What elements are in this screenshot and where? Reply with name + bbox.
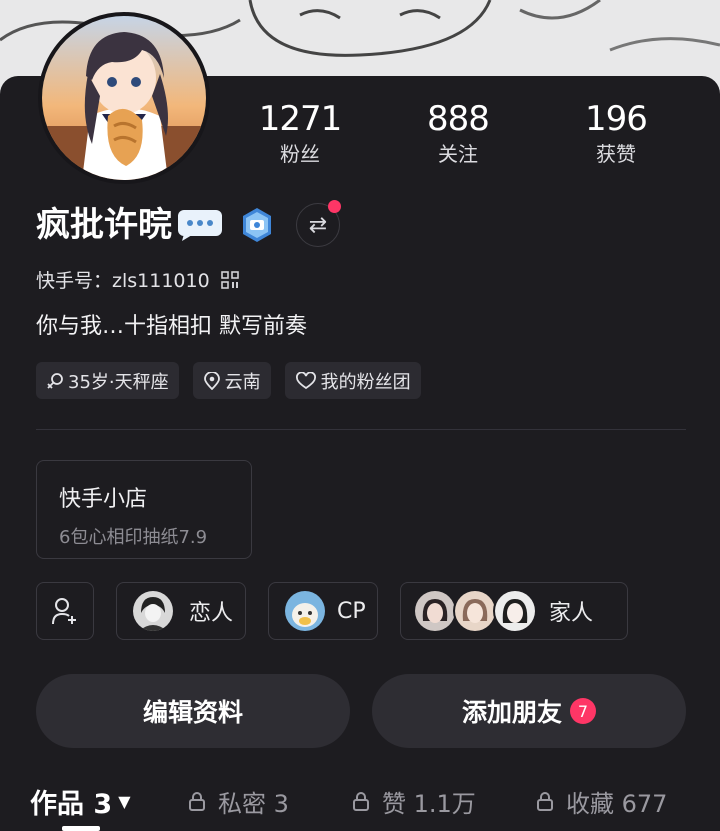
lock-icon [537,792,553,811]
switch-account-button[interactable]: ⇄ [296,200,341,247]
relations-row: 恋人 CP 家人 [0,582,720,640]
qr-code-icon[interactable] [220,270,240,290]
gender-icon [46,372,64,390]
heart-icon [295,371,317,390]
shop-subtitle: 6包心相印抽纸7.9 [59,527,208,548]
cp-avatar [283,589,327,633]
lover-avatar [131,589,175,633]
likes-count: 196 [585,99,648,139]
tab-works[interactable]: 作品 3 ▼ [30,778,131,824]
section-divider [36,429,686,430]
fans-label: 粉丝 [280,142,320,166]
family-avatar-2 [453,589,497,633]
likes-label: 获赞 [596,142,636,166]
active-tab-indicator [62,826,100,831]
tag-fan-group[interactable]: 我的粉丝团 [284,362,421,399]
verified-badge-icon[interactable] [240,207,274,243]
notification-dot [328,200,341,213]
lock-icon [189,792,205,811]
add-friend-button[interactable]: 添加朋友 7 [372,674,686,748]
profile-avatar[interactable] [38,12,210,184]
kuaishou-id-row[interactable]: 快手号：zls111010 [36,266,240,293]
profile-stats: 1271 粉丝 888 关注 196 获赞 [220,98,700,178]
relation-lover[interactable]: 恋人 [116,582,246,640]
following-stat[interactable]: 888 关注 [398,98,518,168]
relation-family[interactable]: 家人 [400,582,628,640]
kuaishou-id: 快手号：zls111010 [36,270,210,292]
speech-bubble-icon [178,210,222,241]
fans-stat[interactable]: 1271 粉丝 [240,98,360,168]
tab-works-label: 作品 3 [30,788,113,820]
profile-tags: 35岁·天秤座 云南 我的粉丝团 [36,362,421,399]
switch-arrows-icon: ⇄ [308,212,328,238]
tab-private-label: 私密 3 [218,789,289,818]
family-avatar-3 [493,589,537,633]
caret-down-icon: ▼ [118,791,131,811]
relation-cp-label: CP [337,598,366,624]
following-label: 关注 [438,142,478,166]
profile-name: 疯批许晥 [36,205,172,245]
relation-lover-label: 恋人 [189,601,234,626]
fans-count: 1271 [258,99,343,139]
location-icon [203,371,221,390]
likes-stat[interactable]: 196 获赞 [556,98,676,168]
add-relation-button[interactable] [36,582,94,640]
tab-favorites-label: 收藏 677 [566,789,668,818]
kuaishou-shop-card[interactable]: 快手小店 6包心相印抽纸7.9 [36,460,252,559]
family-avatar-1 [413,589,457,633]
shop-title: 快手小店 [59,487,148,512]
tag-fan-group-label: 我的粉丝团 [320,371,411,393]
tab-liked-label: 赞 1.1万 [382,789,476,818]
add-person-icon [52,598,76,625]
relation-cp[interactable]: CP [268,582,378,640]
profile-bio: 你与我…十指相扣 默写前奏 [36,314,307,339]
tag-location[interactable]: 云南 [192,362,271,399]
relation-family-label: 家人 [549,601,594,626]
content-tabs: 作品 3 ▼ 私密 3 赞 1.1万 收藏 677 [0,778,720,824]
edit-profile-label: 编辑资料 [142,698,243,727]
following-count: 888 [427,99,490,139]
tag-age-zodiac[interactable]: 35岁·天秤座 [36,362,179,399]
tab-liked[interactable]: 赞 1.1万 [352,778,476,824]
tag-age-zodiac-label: 35岁·天秤座 [68,371,169,393]
tab-favorites[interactable]: 收藏 677 [536,778,667,824]
tag-location-label: 云南 [224,371,261,393]
edit-profile-button[interactable]: 编辑资料 [36,674,350,748]
add-friend-label: 添加朋友 [461,698,562,727]
lock-icon [353,792,369,811]
name-row: 疯批许晥 ⇄ [36,200,341,250]
tab-private[interactable]: 私密 3 [188,778,289,824]
add-friend-count-badge: 7 [570,698,596,724]
